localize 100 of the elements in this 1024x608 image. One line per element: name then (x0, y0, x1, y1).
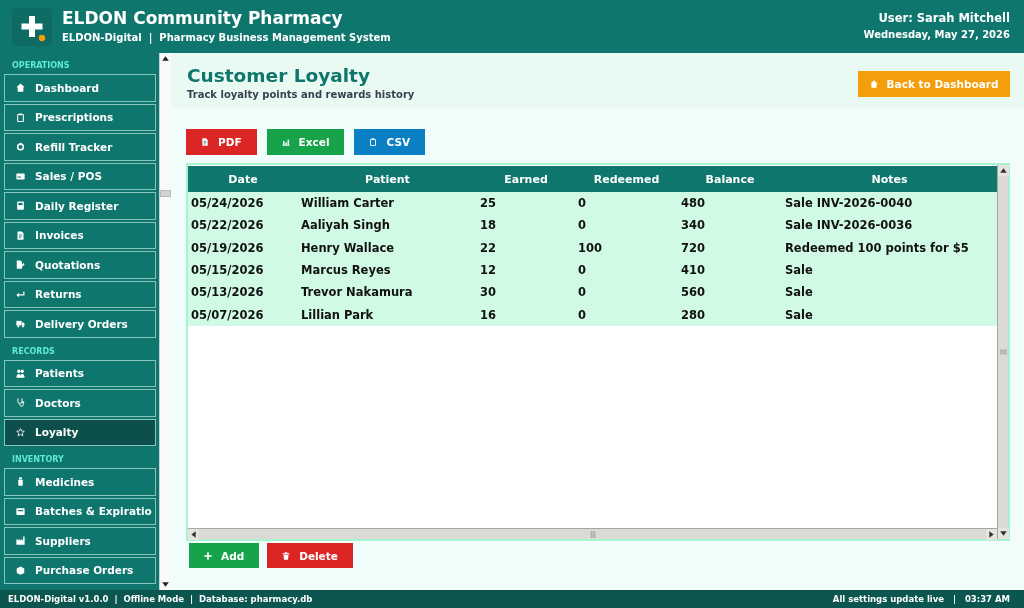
column-header[interactable]: Date (188, 172, 298, 186)
cross-logo-icon (12, 7, 52, 46)
book-icon (16, 201, 25, 211)
table-row[interactable]: 05/19/2026 Henry Wallace 22 100 720 Redeemed 100 points for $5 (188, 236, 997, 259)
status-text: All settings update live | 03:37 AM (832, 594, 1010, 604)
vertical-scrollbar[interactable] (997, 165, 1008, 539)
table-cell-text: Sale INV-2026-0040 (784, 196, 914, 211)
scroll-left-arrow-icon[interactable] (188, 529, 199, 540)
add-button[interactable]: Add (189, 543, 260, 568)
return-arrow-icon (16, 289, 25, 299)
table-row[interactable]: 05/07/2026 Lillian Park 16 0 280 Sale (188, 303, 997, 326)
table-cell-text: Redeemed 100 points for $5 (784, 240, 970, 255)
column-header[interactable]: Notes (782, 172, 997, 186)
people-icon (16, 368, 25, 378)
table-cell-text: Trevor Nakamura (300, 285, 414, 300)
table-cell-text: 22 (479, 240, 497, 255)
sidebar-item[interactable]: Daily Register (4, 192, 156, 220)
sidebar-item[interactable]: Purchase Orders (4, 556, 156, 584)
table-cell-text: Sale (784, 307, 814, 322)
scroll-down-arrow-icon[interactable] (160, 579, 171, 590)
sidebar-item[interactable]: Returns (4, 280, 156, 308)
current-date: Wednesday, May 27, 2026 (863, 28, 1010, 42)
table-cell-text: 05/07/2026 (190, 307, 265, 322)
stethoscope-icon (16, 398, 25, 408)
table-cell-text: Sale (784, 263, 814, 278)
scroll-up-arrow-icon[interactable] (998, 165, 1009, 176)
status-text: ELDON-Digital v1.0.0 | Offline Mode | Database: pharmacy.db (8, 594, 313, 604)
sidebar-item[interactable]: Loyalty (4, 418, 156, 446)
delete-button[interactable]: Delete (267, 543, 353, 568)
scrollbar-grip-icon[interactable] (589, 530, 596, 538)
horizontal-scrollbar[interactable] (188, 528, 997, 539)
table-cell-text: 410 (680, 263, 706, 278)
sidebar-item[interactable]: Batches & Expiratio (4, 497, 156, 525)
scrollbar-thumb[interactable] (160, 190, 171, 197)
sidebar-item[interactable]: Dashboard (4, 74, 156, 102)
sidebar-item[interactable]: Sales / POS (4, 162, 156, 190)
sidebar-item[interactable]: Patients (4, 359, 156, 387)
table-row[interactable]: 05/24/2026 William Carter 25 0 480 Sale INV-2026-0040 (188, 192, 997, 215)
table-row[interactable]: 05/15/2026 Marcus Reyes 12 0 410 Sale (188, 258, 997, 282)
table-cell-text: 25 (479, 196, 497, 211)
table-row[interactable]: 05/13/2026 Trevor Nakamura 30 0 560 Sale (188, 281, 997, 304)
column-header[interactable]: Balance (678, 172, 782, 186)
section-label: INVENTORY (11, 454, 65, 466)
table-cell-text: 0 (577, 263, 587, 278)
table-cell-text: William Carter (300, 196, 396, 211)
column-header[interactable]: Redeemed (575, 172, 678, 186)
table-cell-text: 05/19/2026 (190, 240, 265, 255)
box-icon (16, 506, 25, 516)
scroll-up-arrow-icon[interactable] (160, 53, 171, 64)
section-label: RECORDS (11, 345, 56, 358)
sidebar-item[interactable]: Refill Tracker (4, 133, 156, 161)
pdf-export-button[interactable]: PDF (186, 129, 257, 155)
table-cell-text: Marcus Reyes (300, 263, 392, 278)
app-title: ELDON Community Pharmacy (62, 8, 344, 29)
sidebar-item[interactable]: Delivery Orders (4, 310, 156, 338)
sidebar-item[interactable]: Invoices (4, 221, 156, 249)
factory-icon (16, 536, 25, 546)
excel-export-button[interactable]: Excel (266, 129, 345, 155)
clipboard-icon (16, 112, 25, 122)
card-icon (16, 171, 25, 181)
csv-export-button[interactable]: CSV (354, 129, 426, 155)
truck-icon (16, 319, 25, 329)
table-cell-text: 0 (577, 307, 587, 322)
table-cell-text: 0 (577, 218, 587, 233)
sidebar-item[interactable]: Quotations (4, 251, 156, 279)
table-row[interactable]: 05/22/2026 Aaliyah Singh 18 0 340 Sale INV-2026-0036 (188, 214, 997, 237)
vertical-scrollbar[interactable] (159, 53, 171, 590)
clipboard-icon (369, 138, 378, 146)
trash-icon (282, 551, 291, 560)
table-cell-text: 05/22/2026 (190, 218, 265, 233)
table-cell-text: 280 (680, 307, 706, 322)
package-icon (16, 565, 25, 575)
table-cell-text: 0 (577, 196, 587, 211)
table-cell-text: 100 (577, 240, 603, 255)
star-icon (16, 427, 25, 437)
sidebar-item[interactable]: Prescriptions (4, 103, 156, 131)
app-subtitle: ELDON-Digital | Pharmacy Business Management System (62, 31, 391, 45)
section-label: OPERATIONS (11, 60, 71, 72)
table-cell-text: 30 (479, 285, 497, 300)
page-title: Customer Loyalty (187, 64, 371, 87)
bar-chart-icon (281, 138, 290, 146)
sidebar-item[interactable]: Suppliers (4, 527, 156, 555)
table-cell-text: 720 (680, 240, 706, 255)
sidebar-item[interactable]: Doctors (4, 389, 156, 417)
scroll-down-arrow-icon[interactable] (998, 528, 1009, 539)
table-cell-text: Lillian Park (300, 307, 375, 322)
table-cell-text: 05/24/2026 (190, 196, 265, 211)
home-icon (16, 83, 25, 93)
table-cell-text: 05/15/2026 (190, 263, 265, 278)
plus-icon (204, 551, 212, 560)
table-cell-text: 05/13/2026 (190, 285, 265, 300)
column-header[interactable]: Patient (298, 172, 477, 186)
document-icon (16, 230, 25, 240)
table-cell-text: 560 (680, 285, 706, 300)
document-icon (201, 138, 209, 146)
column-header[interactable]: Earned (477, 172, 575, 186)
table-cell-text: 12 (479, 263, 497, 278)
sidebar-item[interactable]: Medicines (4, 468, 156, 496)
scroll-right-arrow-icon[interactable] (986, 529, 997, 540)
scrollbar-grip-icon[interactable] (999, 349, 1007, 355)
